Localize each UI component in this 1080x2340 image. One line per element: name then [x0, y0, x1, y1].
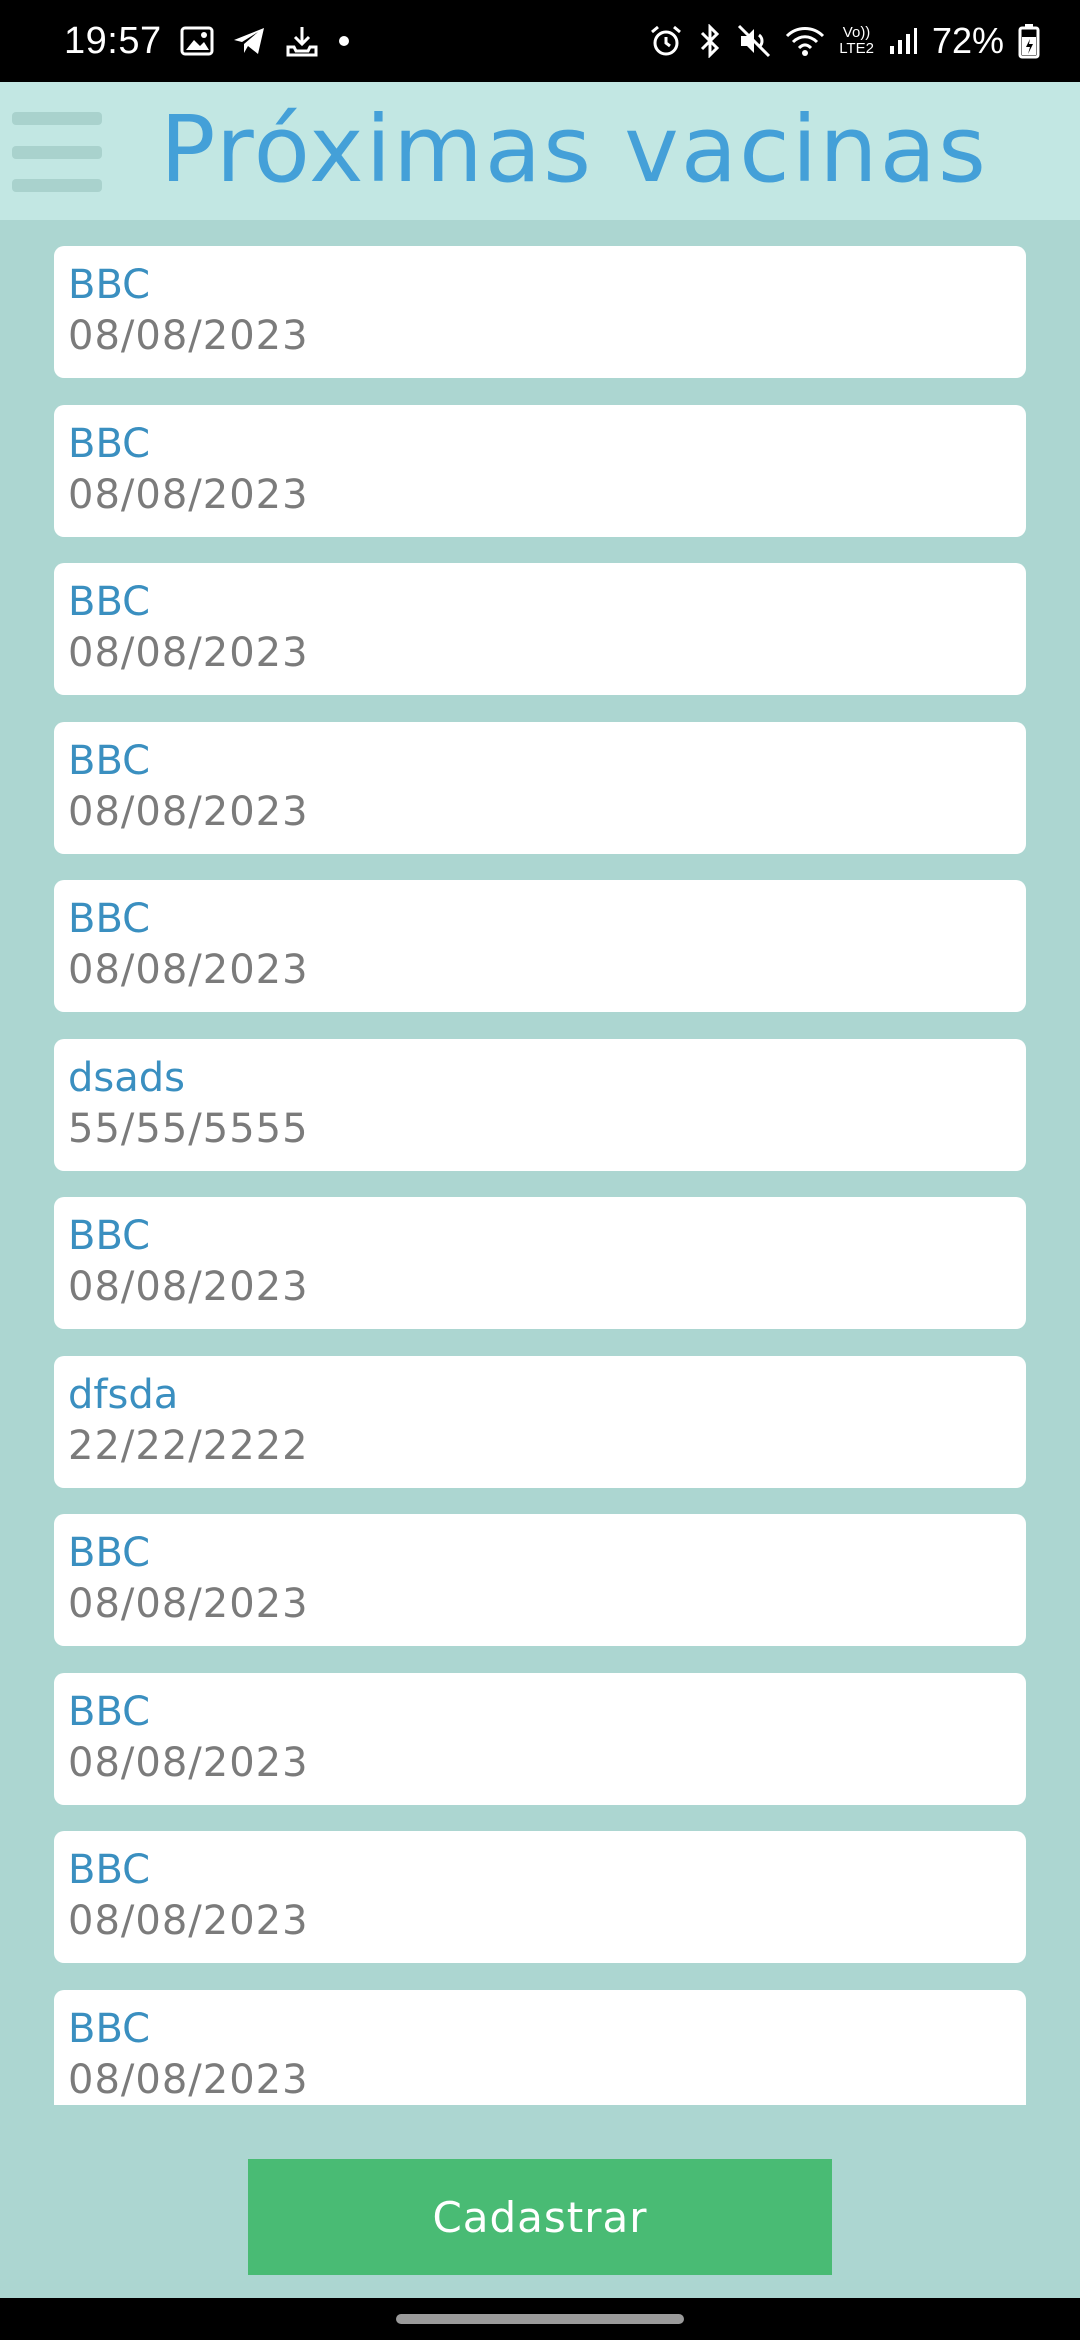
vaccine-date: 08/08/2023	[68, 1898, 309, 1944]
status-bar-left: 19:57	[64, 0, 350, 82]
vaccine-date: 08/08/2023	[68, 1264, 309, 1310]
vaccine-name: BBC	[68, 896, 151, 942]
vaccine-date: 08/08/2023	[68, 1581, 309, 1627]
alarm-icon	[649, 24, 683, 58]
battery-icon	[1018, 23, 1040, 59]
home-gesture-handle[interactable]	[396, 2314, 684, 2324]
vaccine-list-item[interactable]: BBC 08/08/2023	[54, 246, 1026, 378]
vaccine-list-item[interactable]: BBC 08/08/2023	[54, 880, 1026, 1012]
vaccine-name: BBC	[68, 1847, 151, 1893]
mute-icon	[737, 24, 771, 58]
hamburger-menu-icon[interactable]	[12, 112, 104, 192]
vaccine-date: 08/08/2023	[68, 313, 309, 359]
page-title: Próximas vacinas	[160, 96, 988, 203]
vaccine-date: 08/08/2023	[68, 789, 309, 835]
menu-bar-line	[12, 145, 102, 159]
status-bar-right: Vo)) LTE2 72%	[649, 0, 1040, 82]
menu-bar-line	[12, 179, 102, 192]
menu-bar-line	[12, 112, 102, 125]
vaccine-name: BBC	[68, 738, 151, 784]
screen: 19:57 Vo)) LTE2 72% Próximas vacinas BBC…	[0, 0, 1080, 2340]
lte-label: LTE2	[839, 40, 874, 57]
vaccine-list[interactable]: BBC 08/08/2023 BBC 08/08/2023 BBC 08/08/…	[0, 220, 1080, 2105]
bluetooth-icon	[697, 24, 723, 58]
vaccine-date: 55/55/5555	[68, 1106, 309, 1152]
telegram-icon	[232, 26, 266, 56]
vaccine-date: 08/08/2023	[68, 947, 309, 993]
vaccine-name: dsads	[68, 1055, 185, 1101]
vaccine-date: 08/08/2023	[68, 472, 309, 518]
vaccine-list-item[interactable]: BBC 08/08/2023	[54, 1990, 1026, 2105]
vaccine-list-item[interactable]: BBC 08/08/2023	[54, 1831, 1026, 1963]
vaccine-list-item[interactable]: BBC 08/08/2023	[54, 1514, 1026, 1646]
vaccine-name: BBC	[68, 1689, 151, 1735]
vaccine-date: 08/08/2023	[68, 630, 309, 676]
status-time: 19:57	[64, 19, 162, 62]
vaccine-list-item[interactable]: BBC 08/08/2023	[54, 405, 1026, 537]
vaccine-name: BBC	[68, 579, 151, 625]
download-icon	[284, 25, 320, 57]
vaccine-name: BBC	[68, 1530, 151, 1576]
wifi-icon	[785, 24, 825, 58]
signal-icon	[888, 26, 918, 56]
vaccine-list-item[interactable]: BBC 08/08/2023	[54, 1673, 1026, 1805]
vaccine-date: 08/08/2023	[68, 1740, 309, 1786]
vaccine-list-item[interactable]: BBC 08/08/2023	[54, 722, 1026, 854]
vaccine-date: 22/22/2222	[68, 1423, 309, 1469]
vaccine-list-item[interactable]: dsads 55/55/5555	[54, 1039, 1026, 1171]
battery-percentage: 72%	[931, 20, 1004, 61]
vaccine-list-item[interactable]: dfsda 22/22/2222	[54, 1356, 1026, 1488]
vaccine-name: dfsda	[68, 1372, 179, 1418]
volte-lte-label: Vo)) LTE2	[839, 25, 874, 57]
vaccine-list-item[interactable]: BBC 08/08/2023	[54, 1197, 1026, 1329]
vaccine-date: 08/08/2023	[68, 2057, 309, 2103]
navigation-bar	[0, 2298, 1080, 2340]
vaccine-name: BBC	[68, 2006, 151, 2052]
status-bar: 19:57 Vo)) LTE2 72%	[0, 0, 1080, 82]
register-button[interactable]: Cadastrar	[248, 2159, 832, 2275]
dot-icon	[338, 35, 350, 47]
vaccine-name: BBC	[68, 262, 151, 308]
vaccine-list-item[interactable]: BBC 08/08/2023	[54, 563, 1026, 695]
vaccine-name: BBC	[68, 1213, 151, 1259]
image-icon	[180, 26, 214, 56]
volte-label: Vo))	[842, 24, 871, 41]
app-bar: Próximas vacinas	[0, 82, 1080, 220]
vaccine-name: BBC	[68, 421, 151, 467]
